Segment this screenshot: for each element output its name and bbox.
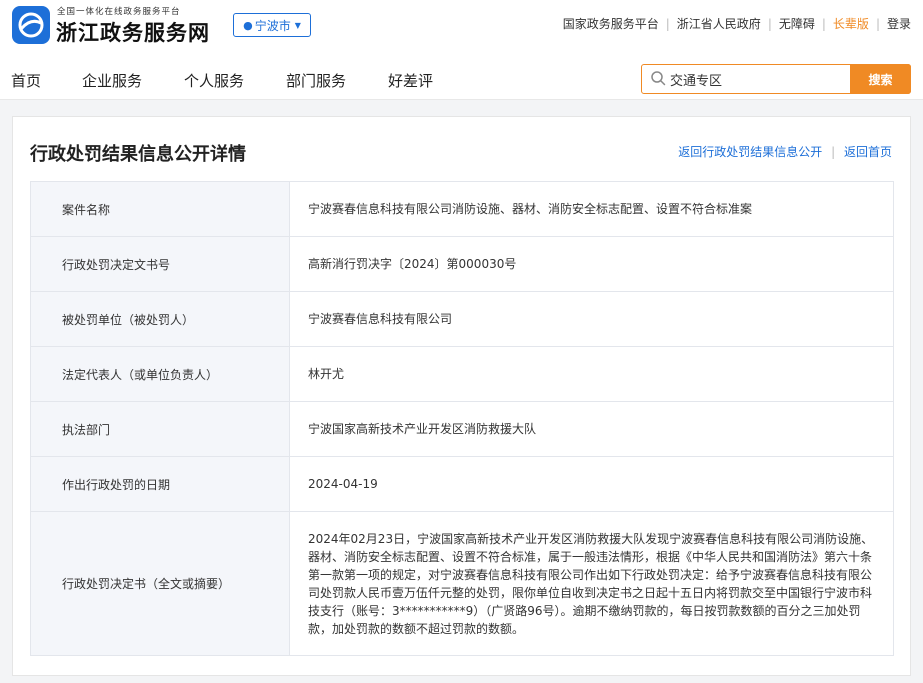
- detail-table: 案件名称 宁波赛春信息科技有限公司消防设施、器材、消防安全标志配置、设置不符合标…: [30, 181, 894, 656]
- back-home-link[interactable]: 返回首页: [844, 145, 892, 159]
- field-value: 宁波赛春信息科技有限公司消防设施、器材、消防安全标志配置、设置不符合标准案: [289, 181, 894, 237]
- link-provincial-government[interactable]: 浙江省人民政府: [677, 15, 761, 32]
- site-logo-icon[interactable]: [12, 6, 50, 44]
- field-label: 行政处罚决定文书号: [30, 236, 290, 292]
- logo-subtitle: 全国一体化在线政务服务平台: [57, 7, 181, 17]
- link-login[interactable]: 登录: [887, 15, 911, 32]
- field-value: 高新消行罚决字〔2024〕第000030号: [289, 236, 894, 292]
- nav-item-personal[interactable]: 个人服务: [184, 70, 244, 91]
- top-links: 国家政务服务平台 | 浙江省人民政府 | 无障碍 | 长辈版 | 登录: [563, 15, 911, 32]
- field-value: 2024-04-19: [289, 456, 894, 512]
- field-label: 行政处罚决定书（全文或摘要）: [30, 511, 290, 656]
- divider: |: [665, 16, 670, 31]
- search-button[interactable]: 搜索: [850, 64, 911, 94]
- top-header: 全国一体化在线政务服务平台 浙江政务服务网 ● 宁波市 ▼ 国家政务服务平台 |…: [0, 0, 923, 50]
- field-label: 法定代表人（或单位负责人）: [30, 346, 290, 402]
- nav-item-department[interactable]: 部门服务: [286, 70, 346, 91]
- nav-item-rating[interactable]: 好差评: [388, 70, 433, 91]
- location-pin-icon: ●: [243, 18, 253, 32]
- field-label: 执法部门: [30, 401, 290, 457]
- card-links: 返回行政处罚结果信息公开 | 返回首页: [678, 143, 892, 160]
- link-accessibility[interactable]: 无障碍: [779, 15, 815, 32]
- table-row: 作出行政处罚的日期 2024-04-19: [30, 456, 894, 512]
- divider: |: [831, 145, 836, 159]
- table-row: 法定代表人（或单位负责人） 林开尤: [30, 346, 894, 402]
- back-to-list-link[interactable]: 返回行政处罚结果信息公开: [678, 145, 822, 159]
- table-row: 执法部门 宁波国家高新技术产业开发区消防救援大队: [30, 401, 894, 457]
- field-label: 案件名称: [30, 181, 290, 237]
- field-label: 被处罚单位（被处罚人）: [30, 291, 290, 347]
- table-row: 行政处罚决定书（全文或摘要） 2024年02月23日，宁波国家高新技术产业开发区…: [30, 511, 894, 656]
- link-national-platform[interactable]: 国家政务服务平台: [563, 15, 659, 32]
- field-value: 宁波赛春信息科技有限公司: [289, 291, 894, 347]
- city-label: 宁波市: [254, 18, 291, 33]
- nav-item-enterprise[interactable]: 企业服务: [82, 70, 142, 91]
- table-row: 案件名称 宁波赛春信息科技有限公司消防设施、器材、消防安全标志配置、设置不符合标…: [30, 181, 894, 237]
- table-row: 行政处罚决定文书号 高新消行罚决字〔2024〕第000030号: [30, 236, 894, 292]
- divider: |: [767, 16, 772, 31]
- search-input[interactable]: [670, 68, 845, 90]
- divider: |: [821, 16, 826, 31]
- table-row: 被处罚单位（被处罚人） 宁波赛春信息科技有限公司: [30, 291, 894, 347]
- nav-item-home[interactable]: 首页: [11, 70, 41, 91]
- search-box: 搜索: [641, 64, 911, 94]
- city-selector[interactable]: ● 宁波市 ▼: [233, 13, 311, 37]
- link-elder-mode[interactable]: 长辈版: [833, 15, 869, 32]
- detail-card: 行政处罚结果信息公开详情 返回行政处罚结果信息公开 | 返回首页 案件名称 宁波…: [12, 116, 911, 676]
- field-value: 林开尤: [289, 346, 894, 402]
- field-label: 作出行政处罚的日期: [30, 456, 290, 512]
- divider: |: [875, 16, 880, 31]
- field-value: 2024年02月23日，宁波国家高新技术产业开发区消防救援大队发现宁波赛春信息科…: [289, 511, 894, 656]
- logo-title[interactable]: 浙江政务服务网: [56, 17, 210, 47]
- search-icon: [651, 71, 666, 86]
- caret-down-icon: ▼: [294, 20, 301, 30]
- page-title: 行政处罚结果信息公开详情: [30, 144, 246, 165]
- field-value: 宁波国家高新技术产业开发区消防救援大队: [289, 401, 894, 457]
